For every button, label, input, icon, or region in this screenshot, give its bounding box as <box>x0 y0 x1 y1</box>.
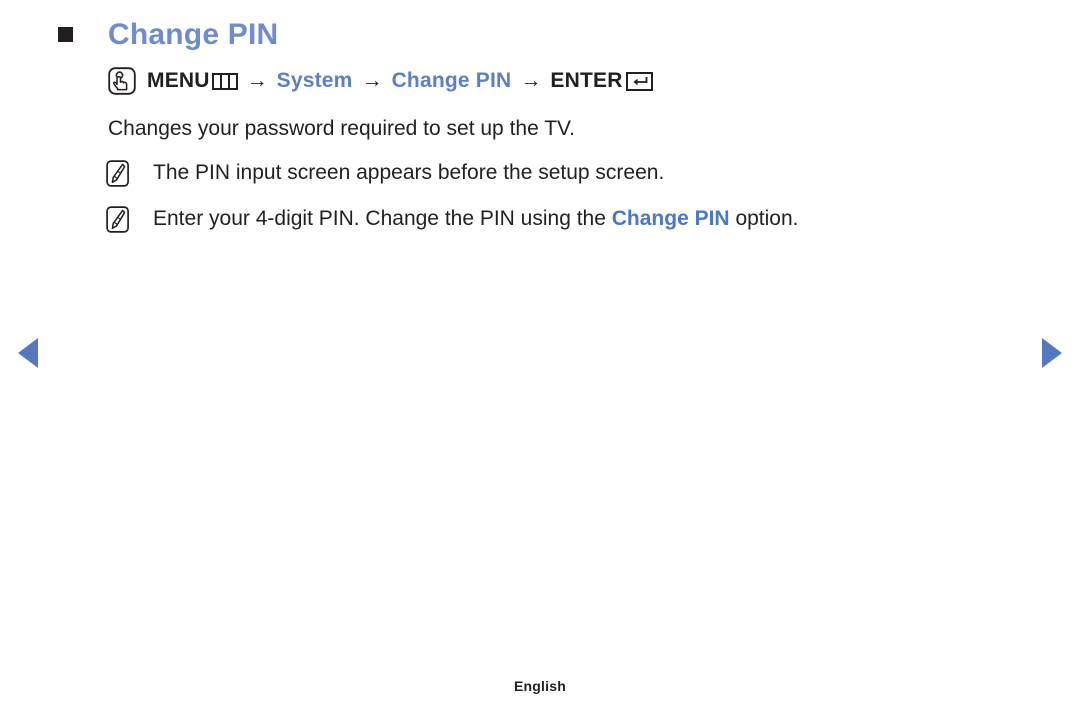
enter-button-label: ENTER <box>550 69 623 92</box>
note-text-part: The PIN input screen appears before the … <box>153 161 665 184</box>
note-text: Enter your 4-digit PIN. Change the PIN u… <box>153 204 799 234</box>
page-title: Change PIN <box>108 18 279 51</box>
note-text-part: Enter your 4-digit PIN. Change the PIN u… <box>153 207 612 230</box>
path-arrow-2: → <box>361 69 383 92</box>
path-arrow-1: → <box>246 69 268 92</box>
note-text: The PIN input screen appears before the … <box>153 158 664 188</box>
manual-page: Change PIN MENU → System → Change PIN → … <box>0 0 1080 705</box>
note-text-part: option. <box>729 207 799 230</box>
description-text: Changes your password required to set up… <box>108 117 575 140</box>
square-bullet-icon <box>58 27 73 42</box>
next-page-arrow-icon[interactable] <box>1042 338 1062 368</box>
note-pencil-icon <box>106 160 136 187</box>
menu-button-label: MENU <box>147 69 210 92</box>
menu-path-item-change-pin: Change PIN <box>391 69 512 92</box>
note-item: The PIN input screen appears before the … <box>106 158 664 188</box>
path-arrow-3: → <box>520 69 542 92</box>
enter-return-icon <box>625 71 653 91</box>
page-heading: Change PIN <box>58 16 278 54</box>
footer-language-label: English <box>514 678 566 694</box>
note-item: Enter your 4-digit PIN. Change the PIN u… <box>106 204 799 234</box>
previous-page-arrow-icon[interactable] <box>18 338 38 368</box>
menu-path-item-system: System <box>276 69 353 92</box>
menu-grid-icon <box>211 72 238 90</box>
menu-path-breadcrumb: MENU → System → Change PIN → ENTER <box>108 67 653 95</box>
note-pencil-icon <box>106 206 136 233</box>
hand-press-icon <box>108 67 136 95</box>
note-highlight-change-pin: Change PIN <box>611 207 730 230</box>
